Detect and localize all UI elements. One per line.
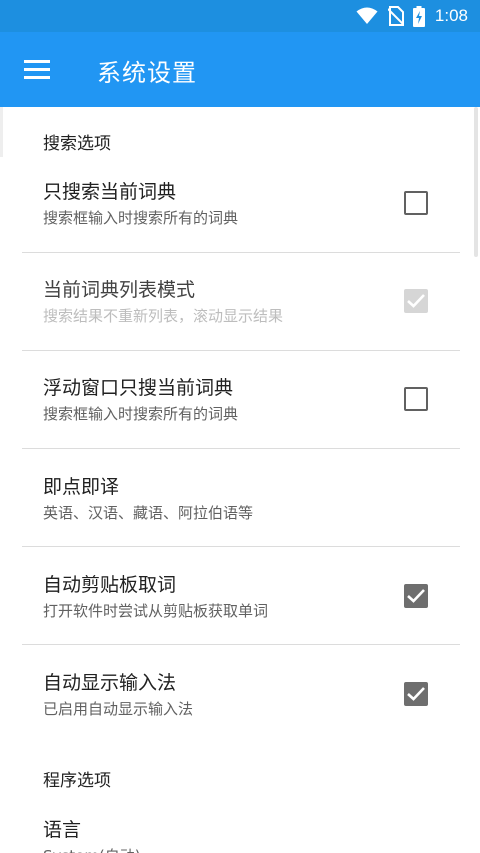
pref-summary: 搜索结果不重新列表，滚动显示结果 [43,307,284,325]
divider [22,252,460,253]
checkbox-auto-ime[interactable] [404,682,428,706]
status-icons: 1:08 [356,0,468,32]
pref-search-current-dict[interactable]: 只搜索当前词典 搜索框输入时搜索所有的词典 [0,165,480,251]
checkbox-dict-list-mode[interactable] [404,289,428,313]
pref-title: 浮动窗口只搜当前词典 [43,377,234,399]
check-icon [407,294,425,308]
pref-title: 当前词典列表模式 [43,279,196,301]
pref-dict-list-mode[interactable]: 当前词典列表模式 搜索结果不重新列表，滚动显示结果 [0,263,480,349]
no-sim-icon [387,6,404,26]
checkbox-auto-clipboard[interactable] [404,584,428,608]
pref-summary: 已启用自动显示输入法 [43,700,194,718]
divider [22,448,460,449]
checkbox-float-window[interactable] [404,387,428,411]
settings-list[interactable]: 搜索选项 只搜索当前词典 搜索框输入时搜索所有的词典 当前词典列表模式 搜索结果… [0,107,480,853]
pref-summary: 搜索框输入时搜索所有的词典 [43,209,239,227]
pref-summary: 英语、汉语、藏语、阿拉伯语等 [43,504,254,522]
check-icon [407,589,425,603]
section-header-program: 程序选项 [43,771,111,791]
pref-float-window[interactable]: 浮动窗口只搜当前词典 搜索框输入时搜索所有的词典 [0,361,480,447]
status-bar: 1:08 [0,0,480,32]
pref-language[interactable]: 语言 System(自动) [0,803,480,853]
pref-auto-ime[interactable]: 自动显示输入法 已启用自动显示输入法 [0,655,480,741]
pref-summary: System(自动) [43,845,141,853]
divider [22,350,460,351]
pref-title: 语言 [43,819,82,841]
divider [22,644,460,645]
wifi-icon [356,7,378,25]
app-toolbar: 系统设置 [0,32,480,107]
pref-title: 只搜索当前词典 [43,181,177,203]
status-time: 1:08 [434,6,468,25]
pref-auto-clipboard[interactable]: 自动剪贴板取词 打开软件时尝试从剪贴板获取单词 [0,557,480,643]
section-header-search: 搜索选项 [43,134,111,154]
scrollbar[interactable] [474,107,478,257]
hamburger-menu-icon[interactable] [20,54,56,86]
battery-charging-icon [412,5,425,27]
pref-summary: 搜索框输入时搜索所有的词典 [43,405,239,423]
pref-title: 即点即译 [43,476,120,498]
pref-title: 自动显示输入法 [43,672,177,694]
checkbox-search-current-dict[interactable] [404,191,428,215]
pref-summary: 打开软件时尝试从剪贴板获取单词 [43,602,269,620]
check-icon [407,687,425,701]
divider [22,546,460,547]
pref-instant-translate[interactable]: 即点即译 英语、汉语、藏语、阿拉伯语等 [0,459,480,545]
page-title: 系统设置 [97,59,197,87]
pref-title: 自动剪贴板取词 [43,574,177,596]
